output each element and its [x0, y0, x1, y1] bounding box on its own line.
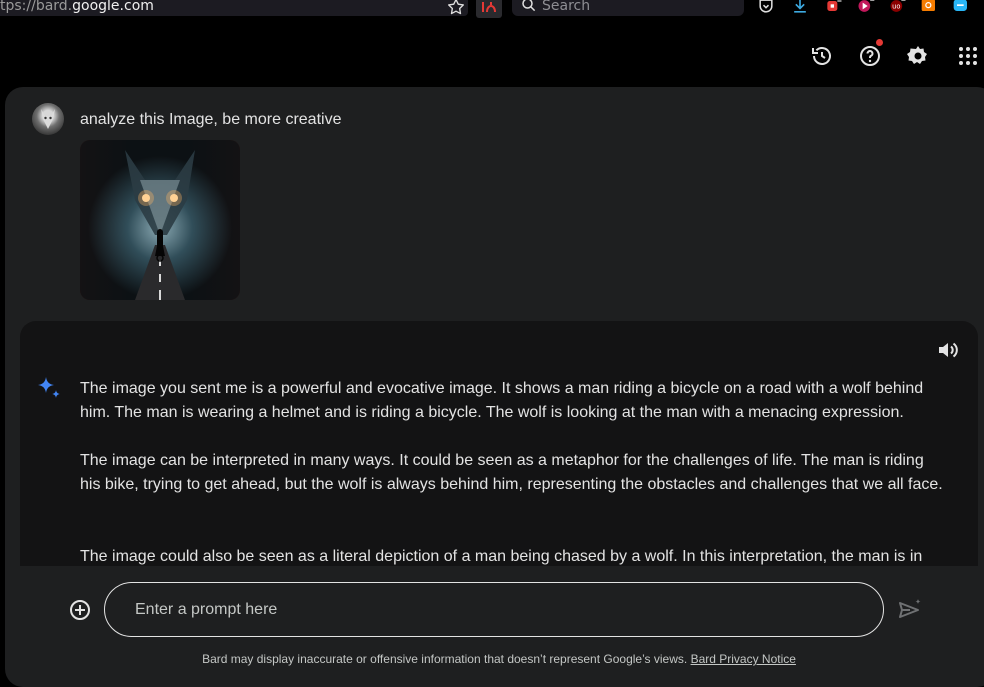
download-icon[interactable]	[790, 0, 810, 16]
url-text: tps://bard.google.com	[0, 0, 154, 14]
extension-shield-icon[interactable]	[824, 0, 844, 16]
browser-toolbar: tps://bard.google.com Search uo	[0, 0, 984, 20]
prompt-input[interactable]	[104, 582, 884, 637]
disclaimer: Bard may display inaccurate or offensive…	[0, 652, 984, 666]
history-button[interactable]	[808, 42, 836, 70]
extension-play-icon[interactable]	[856, 0, 876, 16]
privacy-notice-link[interactable]: Bard Privacy Notice	[691, 652, 796, 666]
send-icon[interactable]	[896, 596, 924, 624]
bookmark-star-icon[interactable]	[446, 0, 466, 17]
search-placeholder: Search	[542, 0, 591, 14]
extension-icon[interactable]	[476, 0, 502, 18]
wolf-cyclist-image	[80, 140, 240, 300]
address-bar[interactable]: tps://bard.google.com	[0, 0, 468, 16]
extension-ublock-icon[interactable]: uo	[888, 0, 908, 16]
help-button[interactable]	[856, 42, 884, 70]
disclaimer-text: Bard may display inaccurate or offensive…	[202, 652, 688, 666]
search-icon	[522, 0, 536, 12]
user-prompt: analyze this Image, be more creative	[80, 111, 342, 128]
read-aloud-icon[interactable]	[936, 338, 960, 362]
pocket-icon[interactable]	[756, 0, 776, 16]
svg-text:uo: uo	[892, 3, 900, 11]
uploaded-image[interactable]	[80, 140, 240, 300]
add-image-button[interactable]	[68, 598, 92, 622]
extension-cyan-icon[interactable]	[952, 0, 972, 16]
settings-button[interactable]	[904, 42, 932, 70]
response-paragraph: The image can be interpreted in many way…	[80, 452, 943, 493]
help-icon	[860, 46, 880, 66]
app-header	[0, 20, 984, 87]
apps-grid-icon	[959, 47, 977, 65]
response-paragraph: The image you sent me is a powerful and …	[80, 380, 924, 421]
browser-search-box[interactable]: Search	[512, 0, 744, 16]
bard-sparkle-icon	[38, 377, 60, 398]
settings-icon	[907, 46, 927, 64]
apps-button[interactable]	[954, 42, 982, 70]
user-avatar	[32, 103, 64, 135]
notification-dot	[876, 39, 883, 46]
history-icon	[812, 47, 831, 65]
extension-orange-icon[interactable]	[920, 0, 940, 16]
